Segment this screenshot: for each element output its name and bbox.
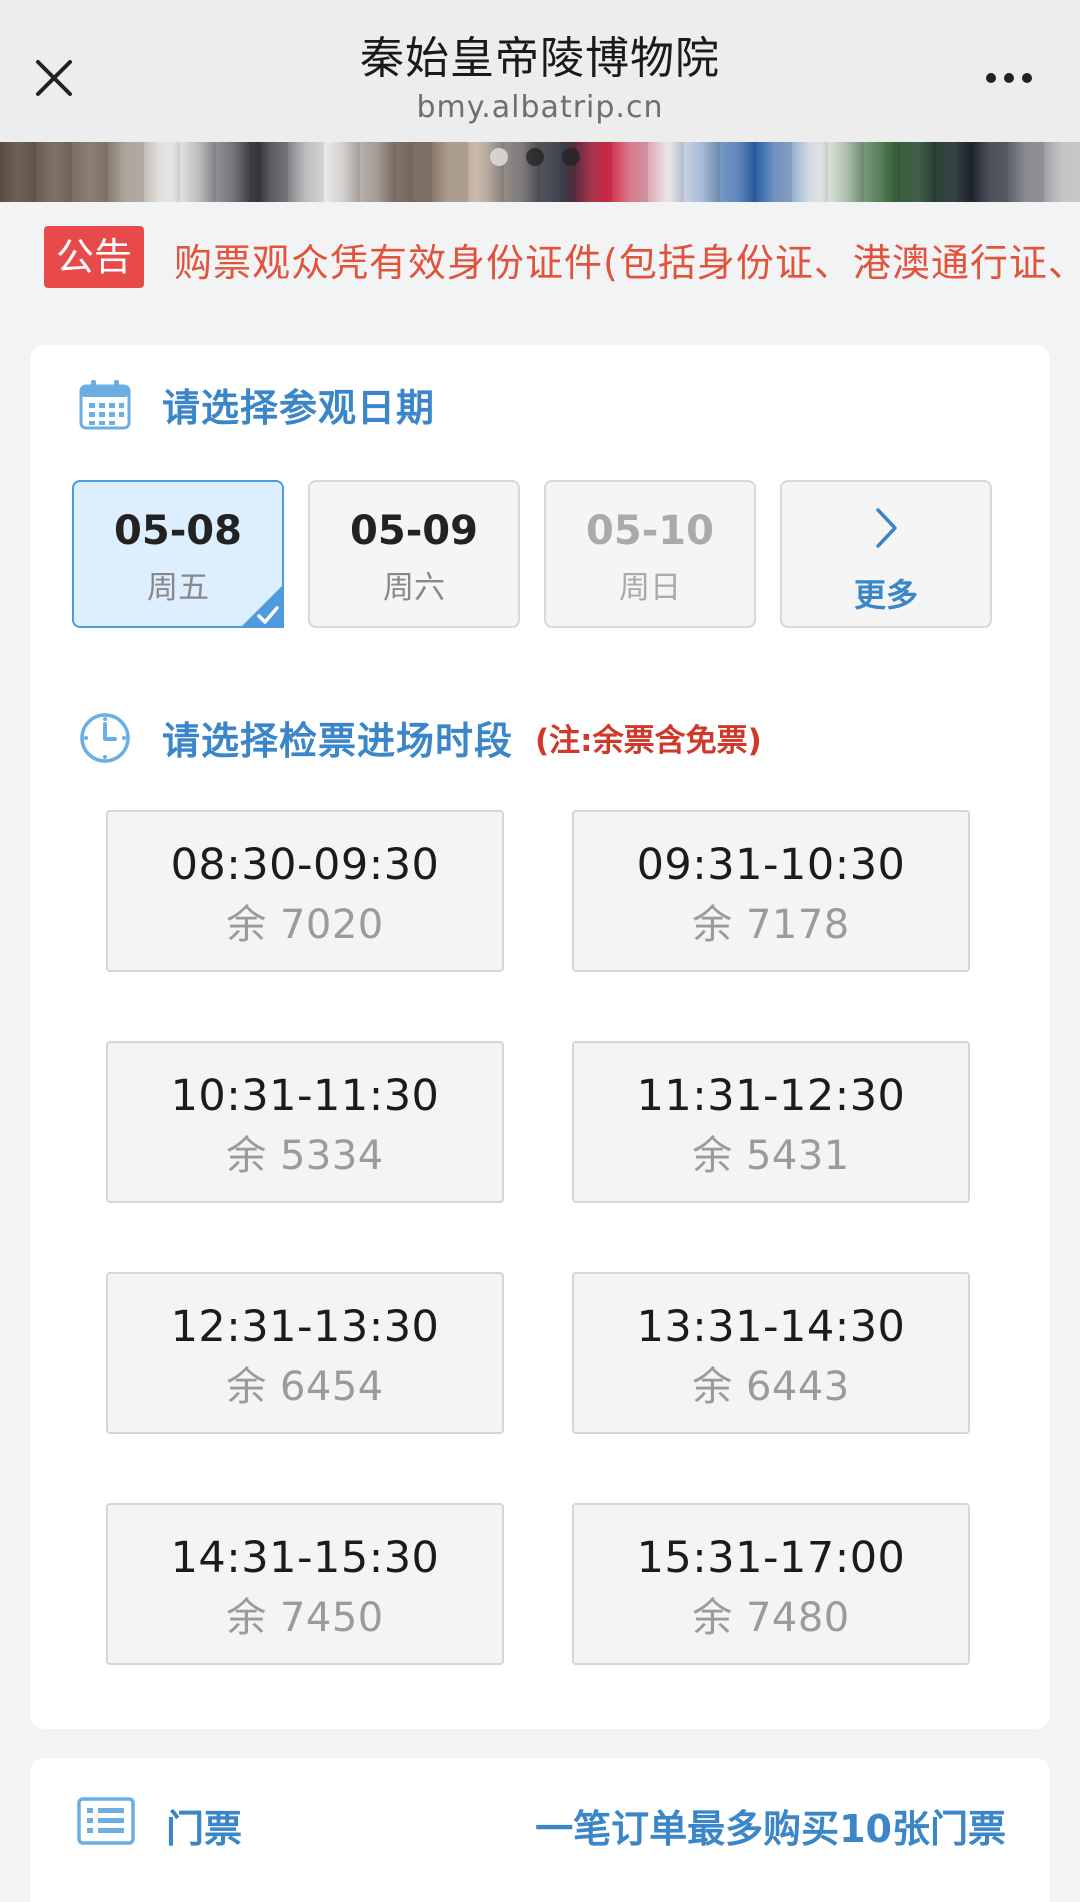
time-slot[interactable]: 13:31-14:30 余 6443	[572, 1272, 970, 1434]
time-slot[interactable]: 11:31-12:30 余 5431	[572, 1041, 970, 1203]
notice-bar[interactable]: 公告 购票观众凭有效身份证件(包括身份证、港澳通行证、	[0, 202, 1080, 308]
slot-remaining: 余 7178	[692, 902, 850, 948]
time-slot[interactable]: 08:30-09:30 余 7020	[106, 810, 504, 972]
slot-section-header: 请选择检票进场时段 (注:余票含免票)	[78, 710, 762, 765]
check-icon	[240, 584, 284, 628]
slot-time: 15:31-17:00	[636, 1533, 906, 1583]
date-value: 05-08	[114, 508, 242, 554]
banner-dot[interactable]	[562, 148, 580, 166]
date-option-0510[interactable]: 05-10 周日	[544, 480, 756, 628]
notice-badge: 公告	[44, 226, 144, 288]
notice-text: 购票观众凭有效身份证件(包括身份证、港澳通行证、	[174, 241, 1080, 285]
slot-time: 08:30-09:30	[170, 840, 440, 890]
slot-remaining: 余 6454	[226, 1364, 384, 1410]
time-slot[interactable]: 12:31-13:30 余 6454	[106, 1272, 504, 1434]
time-slot[interactable]: 15:31-17:00 余 7480	[572, 1503, 970, 1665]
page-title: 秦始皇帝陵博物院	[360, 33, 720, 84]
nav-bar: 秦始皇帝陵博物院 bmy.albatrip.cn	[0, 0, 1080, 143]
more-dots-icon	[986, 73, 996, 83]
tickets-card: 门票 一笔订单最多购买10张门票	[30, 1758, 1050, 1902]
date-value: 05-09	[350, 508, 478, 554]
slot-remaining: 余 7020	[226, 902, 384, 948]
slot-remaining: 余 5431	[692, 1133, 850, 1179]
date-weekday: 周六	[383, 570, 445, 606]
time-slot[interactable]: 14:31-15:30 余 7450	[106, 1503, 504, 1665]
slot-time: 09:31-10:30	[636, 840, 906, 890]
more-dot	[1004, 73, 1014, 83]
calendar-icon	[79, 379, 131, 429]
slot-time: 10:31-11:30	[170, 1071, 440, 1121]
tickets-label: 门票	[166, 1807, 243, 1851]
date-weekday: 周日	[619, 570, 681, 606]
slot-section-note: (注:余票含免票)	[535, 723, 762, 759]
slot-time: 14:31-15:30	[170, 1533, 440, 1583]
date-section-header: 请选择参观日期	[78, 377, 435, 432]
date-option-0509[interactable]: 05-09 周六	[308, 480, 520, 628]
date-picker: 05-08 周五 05-09 周六 05-10 周日 更多	[72, 480, 992, 628]
date-option-0508[interactable]: 05-08 周五	[72, 480, 284, 628]
page-url: bmy.albatrip.cn	[416, 90, 664, 125]
tickets-limit-text: 一笔订单最多购买10张门票	[535, 1807, 1006, 1851]
more-dates-label: 更多	[853, 576, 918, 614]
close-button[interactable]	[26, 50, 82, 106]
time-slot[interactable]: 10:31-11:30 余 5334	[106, 1041, 504, 1203]
banner-indicator	[490, 148, 580, 166]
date-section-title: 请选择参观日期	[162, 386, 436, 430]
slot-time: 13:31-14:30	[636, 1302, 906, 1352]
close-icon	[36, 60, 72, 96]
slot-remaining: 余 5334	[226, 1133, 384, 1179]
more-button[interactable]	[966, 56, 1052, 100]
clock-icon	[80, 712, 130, 763]
list-icon	[77, 1797, 135, 1845]
banner-dot[interactable]	[490, 148, 508, 166]
time-slot[interactable]: 09:31-10:30 余 7178	[572, 810, 970, 972]
booking-card: 请选择参观日期 05-08 周五 05-09 周六 05-10 周日 更多 请选…	[30, 345, 1050, 1729]
slot-time: 12:31-13:30	[170, 1302, 440, 1352]
slot-section-title: 请选择检票进场时段	[162, 719, 514, 763]
chevron-right-icon	[876, 508, 897, 548]
slot-time: 11:31-12:30	[636, 1071, 906, 1121]
more-dot	[1022, 73, 1032, 83]
date-value: 05-10	[586, 508, 714, 554]
banner-dot[interactable]	[526, 148, 544, 166]
more-dates-button[interactable]: 更多	[780, 480, 992, 628]
slot-remaining: 余 7450	[226, 1595, 384, 1641]
slot-remaining: 余 7480	[692, 1595, 850, 1641]
slot-remaining: 余 6443	[692, 1364, 850, 1410]
